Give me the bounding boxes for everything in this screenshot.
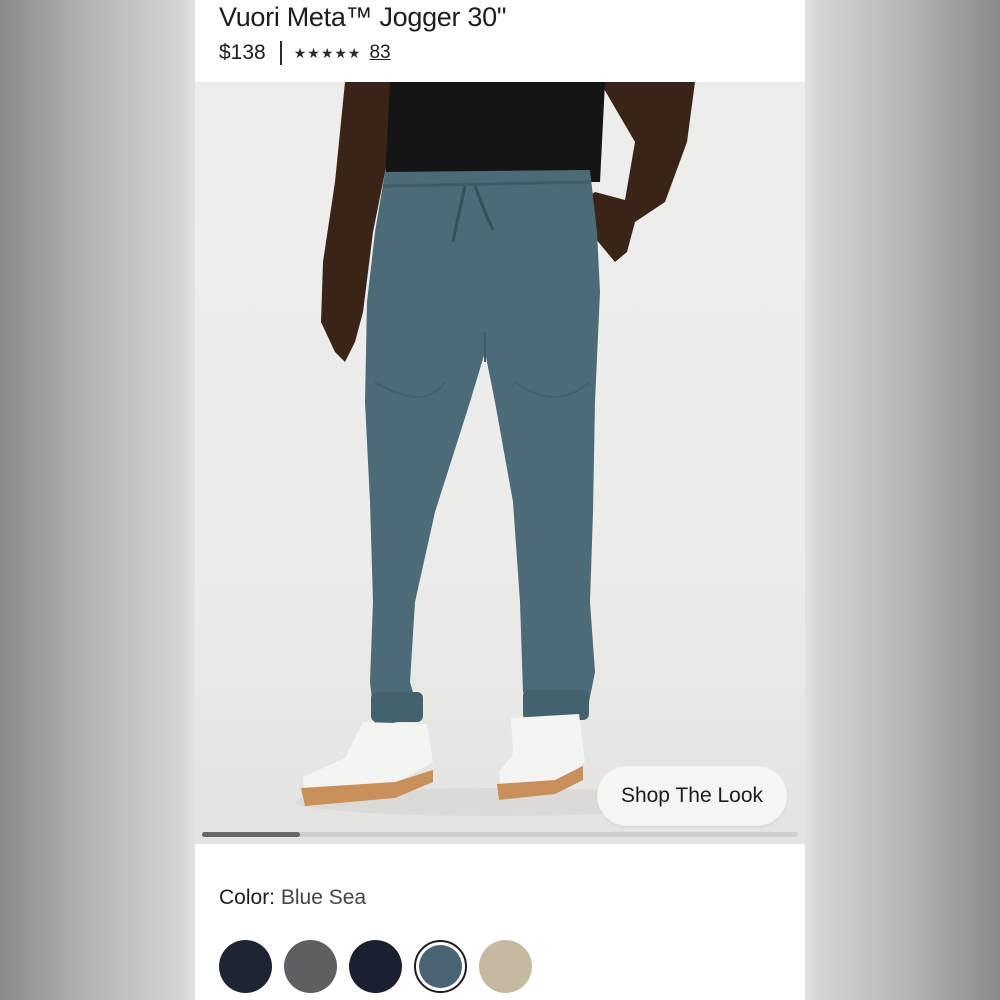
color-swatch-dot [479,940,532,993]
selected-color-name: Blue Sea [280,886,367,909]
price-divider [279,41,282,65]
color-swatch-list [219,940,532,993]
review-count-link[interactable]: 83 [369,42,390,64]
color-swatch[interactable] [284,940,337,993]
product-title: Vuori Meta™ Jogger 30" [219,2,507,32]
color-swatch[interactable] [479,940,532,993]
color-label-text: Color: [219,886,276,909]
color-swatch[interactable] [349,940,402,993]
color-swatch-dot [219,940,272,993]
color-swatch[interactable] [219,940,272,993]
product-image-gallery[interactable]: Shop The Look [195,82,805,844]
color-swatch[interactable] [414,940,467,993]
color-swatch-dot [284,940,337,993]
color-swatch-dot [419,945,462,988]
product-page: Vuori Meta™ Jogger 30" $138 ★★★★★ 83 Sho… [195,0,805,1000]
price-rating-row: $138 ★★★★★ 83 [219,38,391,68]
color-label: Color: Blue Sea [219,886,366,910]
star-rating-icon: ★★★★★ [293,44,362,61]
shop-the-look-button[interactable]: Shop The Look [596,766,787,826]
color-swatch-dot [349,940,402,993]
gallery-progress-bar [202,832,798,837]
gallery-progress-fill [202,832,301,837]
product-photo [295,82,695,816]
product-price: $138 [219,41,266,64]
